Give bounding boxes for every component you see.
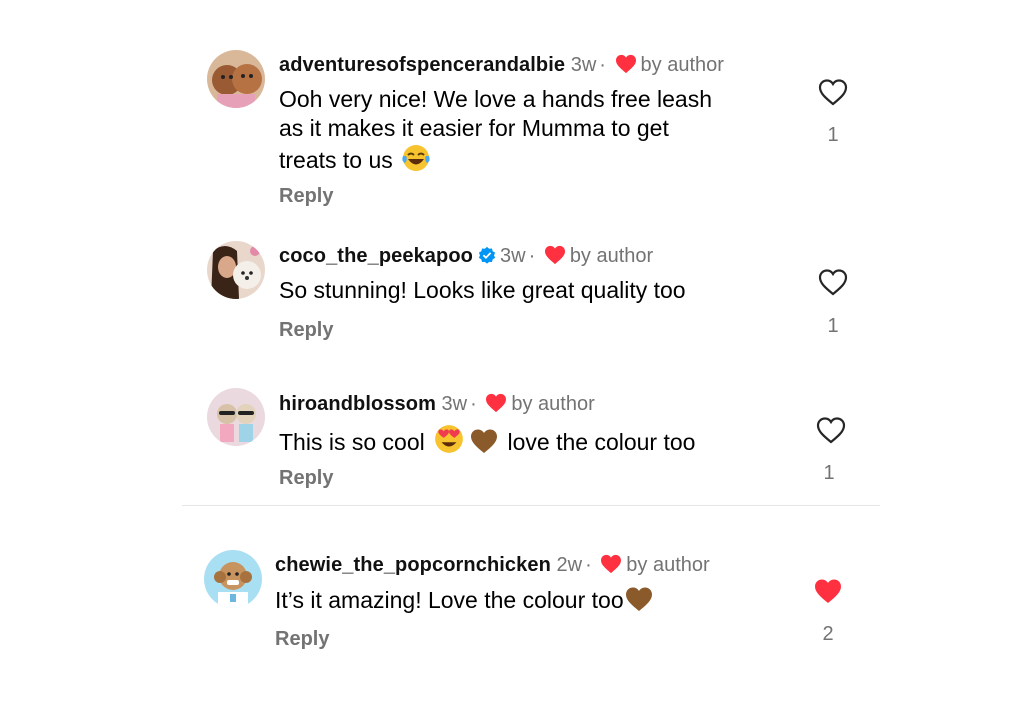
username[interactable]: adventuresofspencerandalbie [279,54,565,76]
author-liked-heart-icon [486,393,507,413]
username[interactable]: hiroandblossom [279,393,436,415]
avatar[interactable] [207,388,265,446]
timestamp: 3w [441,393,468,415]
separator-dot: · [528,245,536,267]
comment-meta: chewie_the_popcornchicken 2w · by author [275,552,710,578]
timestamp: 3w [500,245,526,267]
by-author-label: by author [626,554,710,576]
liked-heart-icon[interactable] [813,577,843,605]
comment-meta: hiroandblossom 3w · by author [279,391,595,417]
author-liked-heart-icon [544,245,565,265]
comment-meta: coco_the_peekapoo 3w · by author [279,243,653,269]
reply-button[interactable]: Reply [279,319,333,342]
reply-button[interactable]: Reply [279,185,333,208]
section-divider [182,505,880,506]
face-with-tears-of-joy-icon [402,145,430,171]
dogs-avatar-image [207,50,265,108]
comment-text-part: It’s it amazing! Love the colour too [275,587,624,613]
username[interactable]: chewie_the_popcornchicken [275,554,551,576]
comment-text: This is so cool love the colour too [279,423,695,457]
comment-text: It’s it amazing! Love the colour too [275,585,656,615]
like-heart-icon[interactable] [816,416,846,444]
comment-text-part: love the colour too [507,429,696,455]
avatar[interactable] [207,241,265,299]
comments-page: adventuresofspencerandalbie 3w · by autho… [0,0,1024,724]
timestamp: 3w [570,54,597,76]
username[interactable]: coco_the_peekapoo [279,245,473,267]
like-heart-icon[interactable] [818,268,848,296]
by-author-label: by author [511,393,595,415]
comment-text: So stunning! Looks like great quality to… [279,277,686,303]
comment-text-line: as it makes it easier for Mumma to get [279,115,669,141]
author-liked-heart-icon [601,554,622,574]
timestamp: 2w [556,554,583,576]
comment-text: Ooh very nice! We love a hands free leas… [279,85,712,175]
brown-heart-icon [625,587,652,611]
reply-button[interactable]: Reply [279,467,333,490]
two-dogs-avatar-image [207,388,265,446]
separator-dot: · [599,54,606,76]
heart-eyes-face-icon [435,425,463,453]
dog-avatar-image [204,550,262,608]
comment-text-line: Ooh very nice! We love a hands free leas… [279,86,712,112]
like-count: 1 [823,462,835,484]
author-liked-heart-icon [615,54,636,74]
avatar[interactable] [207,50,265,108]
comment-text-part: This is so cool [279,429,425,455]
like-count: 1 [827,124,839,146]
separator-dot: · [470,393,477,415]
by-author-label: by author [640,54,724,76]
by-author-label: by author [569,245,654,267]
separator-dot: · [585,554,592,576]
like-count: 2 [822,623,834,645]
reply-button[interactable]: Reply [275,628,329,651]
comment-text-line: treats to us [279,147,393,173]
avatar[interactable] [204,550,262,608]
verified-badge-icon [478,246,496,264]
like-heart-icon[interactable] [818,78,848,106]
brown-heart-icon [471,429,498,453]
comment-meta: adventuresofspencerandalbie 3w · by autho… [279,52,724,78]
like-count: 1 [827,315,839,337]
woman-with-dog-avatar-image [207,241,265,299]
